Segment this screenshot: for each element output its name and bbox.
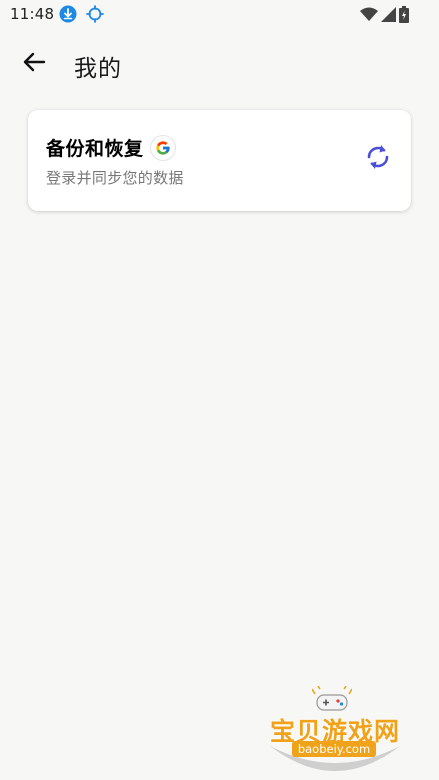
battery-charging-icon [399, 5, 409, 23]
status-bar: 11:48 [0, 0, 439, 30]
page-title: 我的 [74, 56, 122, 82]
card-subtitle: 登录并同步您的数据 [46, 169, 184, 187]
card-title: 备份和恢复 [46, 138, 144, 160]
google-icon [149, 134, 176, 161]
watermark-logo: 宝贝游戏网 baobeiy.com [262, 685, 408, 776]
app-bar: 我的 [0, 40, 439, 88]
status-time: 11:48 [10, 5, 55, 23]
arrow-back-icon [22, 52, 46, 76]
card-title-row: 备份和恢复 [46, 134, 176, 161]
sync-button[interactable] [363, 144, 393, 174]
wifi-icon [360, 7, 378, 22]
watermark-url: baobeiy.com [292, 741, 376, 757]
location-icon [86, 5, 104, 23]
status-icons [360, 5, 409, 23]
sync-icon [365, 143, 391, 175]
backup-restore-card[interactable]: 备份和恢复 登录并同步您的数据 [28, 110, 411, 211]
download-icon [59, 5, 77, 23]
back-button[interactable] [18, 50, 50, 78]
signal-icon [381, 6, 396, 22]
